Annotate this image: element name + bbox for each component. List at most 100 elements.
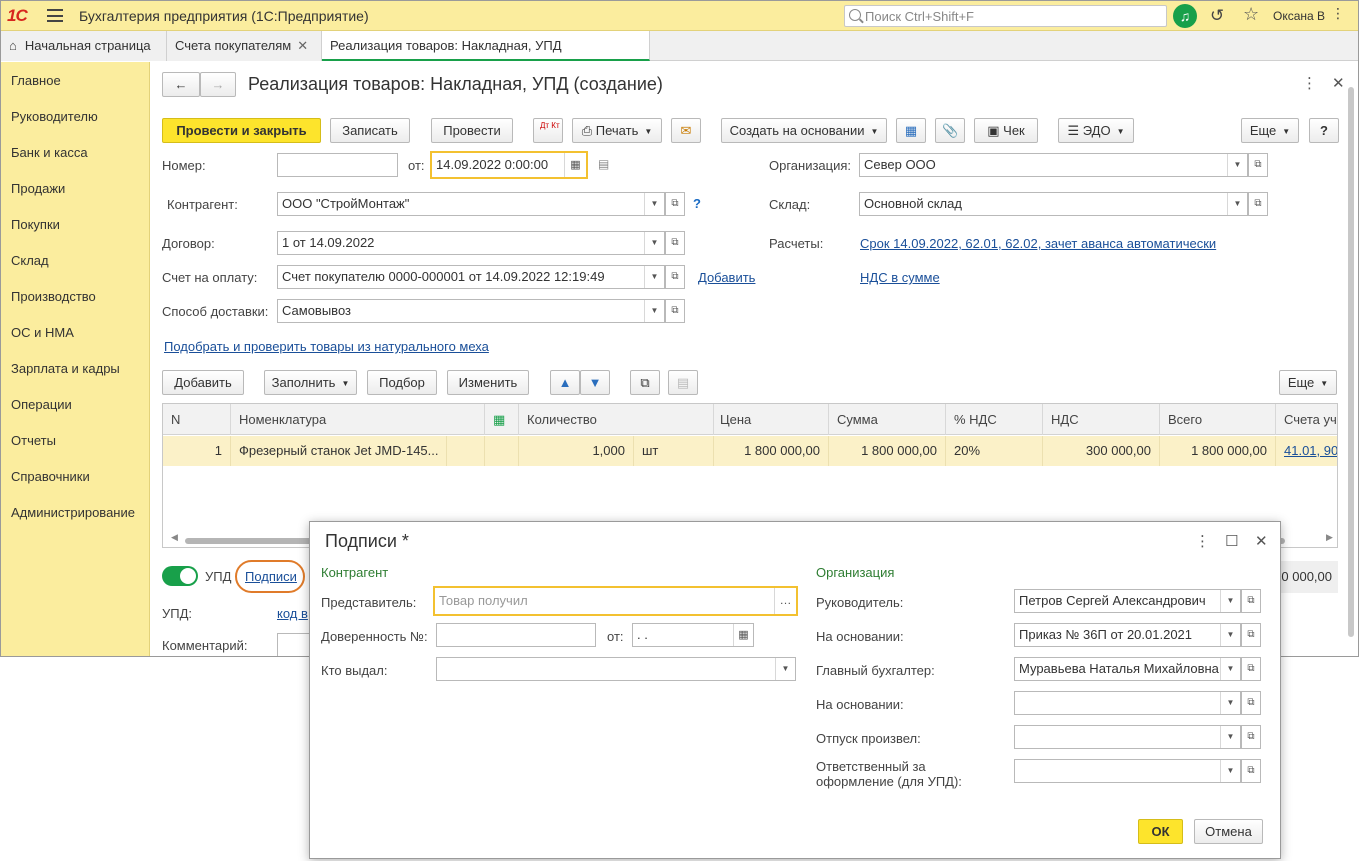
responsible-select[interactable]: ▼ — [1014, 759, 1241, 783]
vertical-scrollbar[interactable] — [1348, 87, 1354, 637]
poa-input[interactable] — [436, 623, 596, 647]
sidebar-item-admin[interactable]: Администрирование — [11, 505, 135, 520]
cell-qty[interactable]: 1,000 — [519, 436, 634, 466]
edo-button[interactable]: ☰ ЭДО ▼ — [1058, 118, 1134, 143]
more-options-icon[interactable]: ⋮ — [1302, 74, 1317, 92]
column-header[interactable]: Цена — [714, 404, 829, 435]
chevron-down-icon[interactable]: ▼ — [1220, 692, 1240, 714]
back-button[interactable]: ← — [162, 72, 200, 97]
invoice-select[interactable]: Счет покупателю 0000-000001 от 14.09.202… — [277, 265, 665, 289]
open-icon[interactable]: ⧉ — [665, 265, 685, 289]
fur-link[interactable]: Подобрать и проверить товары из натураль… — [164, 339, 489, 354]
open-icon[interactable]: ⧉ — [665, 299, 685, 323]
star-icon[interactable]: ☆ — [1243, 4, 1259, 25]
maximize-icon[interactable]: ☐ — [1225, 532, 1238, 550]
upd-toggle[interactable] — [162, 566, 198, 586]
calendar-icon[interactable]: ▦ — [733, 624, 753, 646]
table-more-button[interactable]: Еще ▼ — [1279, 370, 1337, 395]
column-header[interactable]: N — [163, 404, 231, 435]
sidebar-item-purchases[interactable]: Покупки — [11, 217, 60, 232]
sidebar-item-production[interactable]: Производство — [11, 289, 96, 304]
signatures-link[interactable]: Подписи — [245, 569, 297, 584]
post-close-button[interactable]: Провести и закрыть — [162, 118, 321, 143]
upd-code-link[interactable]: код в — [277, 606, 308, 621]
scroll-left-icon[interactable]: ◀ — [171, 532, 178, 543]
search-input[interactable]: Поиск Ctrl+Shift+F — [844, 5, 1167, 27]
column-header[interactable]: Всего — [1160, 404, 1276, 435]
forward-button[interactable]: → — [200, 72, 236, 97]
more-options-icon[interactable]: ⋮ — [1195, 532, 1210, 550]
open-icon[interactable]: ⧉ — [1241, 725, 1261, 749]
contract-select[interactable]: 1 от 14.09.2022 ▼ — [277, 231, 665, 255]
close-icon[interactable]: ✕ — [297, 38, 308, 53]
sidebar-item-manager[interactable]: Руководителю — [11, 109, 98, 124]
cell-sum[interactable]: 1 800 000,00 — [829, 436, 946, 466]
cell-unit[interactable]: шт — [634, 436, 714, 466]
structure-button[interactable]: ▦ — [896, 118, 926, 143]
warehouse-select[interactable]: Основной склад ▼ — [859, 192, 1248, 216]
tab-sales[interactable]: Реализация товаров: Накладная, УПД (созд… — [322, 31, 650, 83]
check-button[interactable]: ▣ Чек — [974, 118, 1038, 143]
column-header[interactable]: Количество — [519, 404, 714, 435]
move-down-button[interactable]: ▼ — [580, 370, 610, 395]
chevron-down-icon[interactable]: ▼ — [775, 658, 795, 680]
sidebar-item-operations[interactable]: Операции — [11, 397, 72, 412]
sidebar-item-sales[interactable]: Продажи — [11, 181, 65, 196]
cancel-button[interactable]: Отмена — [1194, 819, 1263, 844]
ok-button[interactable]: ОК — [1138, 819, 1183, 844]
sidebar-item-warehouse[interactable]: Склад — [11, 253, 49, 268]
change-button[interactable]: Изменить — [447, 370, 529, 395]
scroll-right-icon[interactable]: ▶ — [1326, 532, 1333, 543]
sidebar-item-bank[interactable]: Банк и касса — [11, 145, 88, 160]
cell-vat[interactable]: 300 000,00 — [1043, 436, 1160, 466]
cell-price[interactable]: 1 800 000,00 — [714, 436, 829, 466]
calendar-icon[interactable]: ▦ — [564, 153, 586, 177]
save-button[interactable]: Записать — [330, 118, 410, 143]
chevron-down-icon[interactable]: ▼ — [1220, 658, 1240, 680]
close-icon[interactable]: ✕ — [1255, 532, 1268, 550]
dtkt-button[interactable]: Дт Кт — [533, 118, 563, 143]
bell-icon[interactable]: ♫ — [1173, 4, 1197, 28]
open-icon[interactable]: ⧉ — [1241, 589, 1261, 613]
table-row[interactable]: 1 Фрезерный станок Jet JMD-145... 1,000 … — [163, 436, 1337, 466]
chevron-down-icon[interactable]: ▼ — [644, 300, 664, 322]
vat-link[interactable]: НДС в сумме — [860, 270, 940, 285]
org-select[interactable]: Север ООО ▼ — [859, 153, 1248, 177]
cell-vat-rate[interactable]: 20% — [946, 436, 1043, 466]
head-select[interactable]: Петров Сергей Александрович ▼ — [1014, 589, 1241, 613]
paste-button[interactable]: ▤ — [668, 370, 698, 395]
add-row-button[interactable]: Добавить — [162, 370, 244, 395]
pick-button[interactable]: Подбор — [367, 370, 437, 395]
window-menu-icon[interactable]: ⋮ — [1331, 5, 1345, 22]
copy-button[interactable]: ⧉ — [630, 370, 660, 395]
open-icon[interactable]: ⧉ — [665, 231, 685, 255]
email-button[interactable]: ✉ — [671, 118, 701, 143]
list-icon[interactable]: ▤ — [598, 157, 609, 171]
chevron-down-icon[interactable]: ▼ — [1220, 760, 1240, 782]
help-icon[interactable]: ? — [693, 196, 701, 211]
poa-date-input[interactable]: . . ▦ — [632, 623, 754, 647]
sidebar-item-payroll[interactable]: Зарплата и кадры — [11, 361, 120, 376]
column-header[interactable]: НДС — [1043, 404, 1160, 435]
fill-button[interactable]: Заполнить ▼ — [264, 370, 357, 395]
column-header[interactable]: % НДС — [946, 404, 1043, 435]
settlements-link[interactable]: Срок 14.09.2022, 62.01, 62.02, зачет ава… — [860, 236, 1216, 251]
counterparty-select[interactable]: ООО "СтройМонтаж" ▼ — [277, 192, 665, 216]
chevron-down-icon[interactable]: ▼ — [644, 232, 664, 254]
move-up-button[interactable]: ▲ — [550, 370, 580, 395]
open-icon[interactable]: ⧉ — [1241, 691, 1261, 715]
delivery-select[interactable]: Самовывоз ▼ — [277, 299, 665, 323]
basis1-select[interactable]: Приказ № 36П от 20.01.2021 ▼ — [1014, 623, 1241, 647]
tab-invoices[interactable]: Счета покупателям ✕ — [167, 31, 322, 61]
open-icon[interactable]: ⧉ — [1241, 657, 1261, 681]
open-icon[interactable]: ⧉ — [1248, 153, 1268, 177]
basis2-select[interactable]: ▼ — [1014, 691, 1241, 715]
tab-home[interactable]: ⌂ Начальная страница — [1, 31, 167, 61]
cell-total[interactable]: 1 800 000,00 — [1160, 436, 1276, 466]
chevron-down-icon[interactable]: ▼ — [1227, 193, 1247, 215]
issued-by-select[interactable]: ▼ — [436, 657, 796, 681]
create-based-button[interactable]: Создать на основании ▼ — [721, 118, 887, 143]
add-invoice-link[interactable]: Добавить — [698, 270, 755, 285]
open-icon[interactable]: ⧉ — [665, 192, 685, 216]
print-button[interactable]: ⎙ Печать ▼ — [572, 118, 662, 143]
